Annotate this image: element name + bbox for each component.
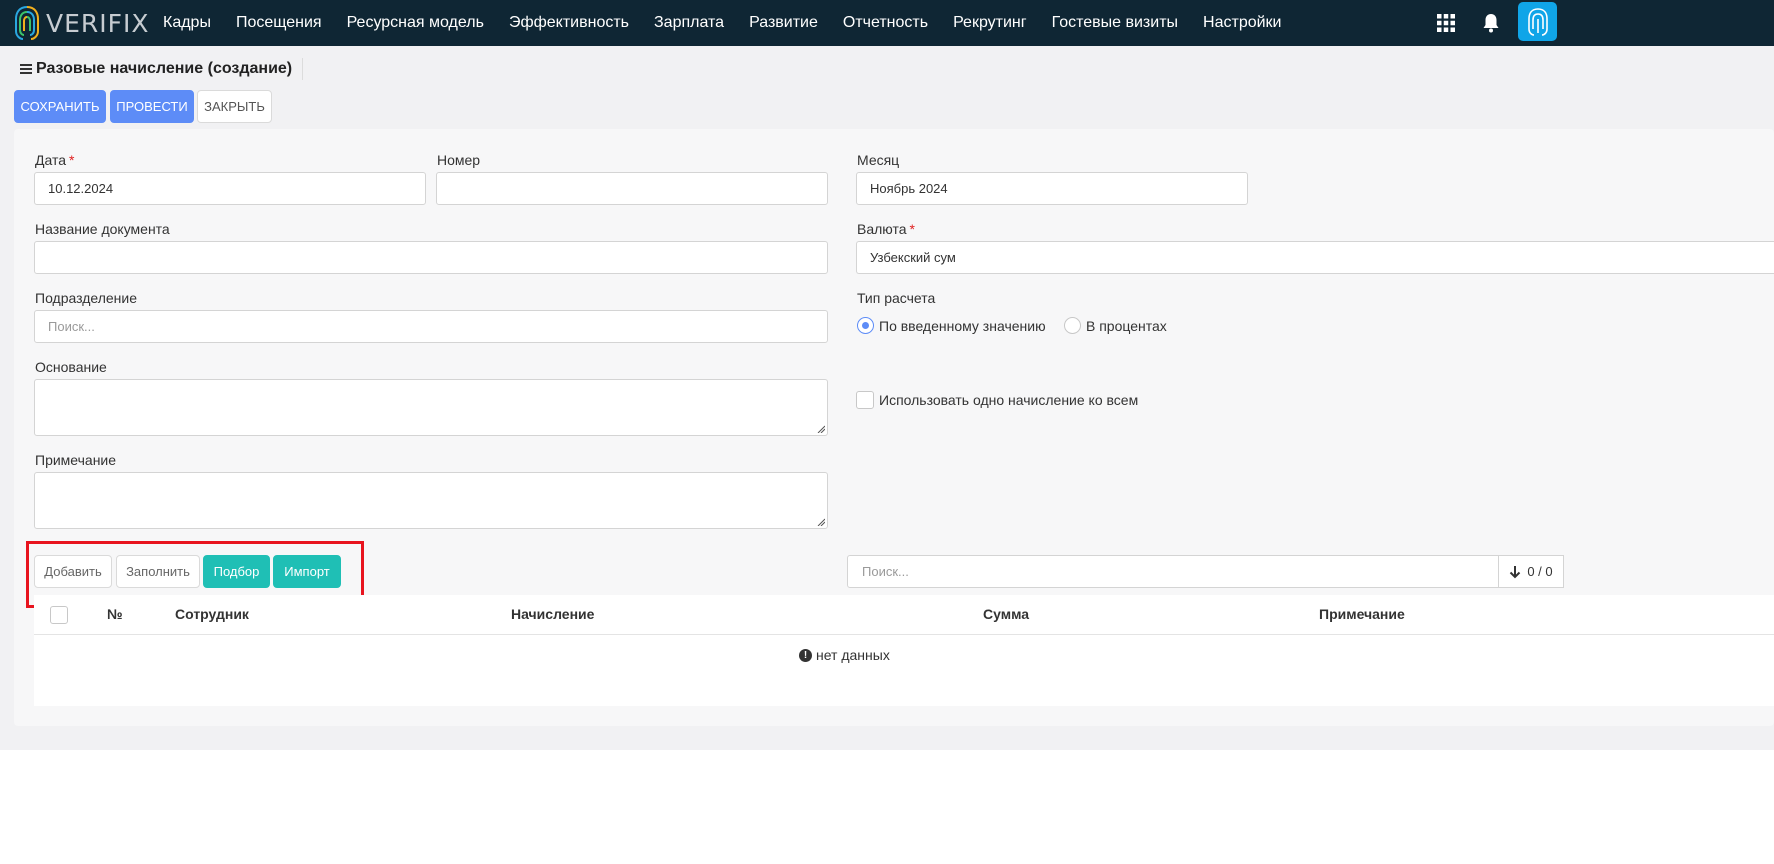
radio-by-value-label[interactable]: По введенному значению [879, 318, 1046, 334]
logo-text: VERIFIX [46, 8, 150, 38]
nav-item-resource-model[interactable]: Ресурсная модель [347, 14, 484, 32]
doc-name-field[interactable] [34, 241, 828, 274]
top-navbar: VERIFIX Кадры Посещения Ресурсная модель… [0, 0, 1774, 46]
data-table [34, 595, 1774, 706]
note-label: Примечание [35, 452, 117, 468]
nav-item-attendance[interactable]: Посещения [236, 14, 322, 32]
resize-grip-icon[interactable] [817, 518, 825, 526]
nav-item-staff[interactable]: Кадры [163, 14, 211, 32]
column-header-accrual[interactable]: Начисление [511, 606, 594, 622]
nav-item-recruiting[interactable]: Рекрутинг [953, 14, 1027, 32]
required-mark: * [909, 221, 915, 237]
currency-label-text: Валюта [857, 221, 907, 237]
nav-item-salary[interactable]: Зарплата [654, 14, 724, 32]
division-search-input[interactable]: Поиск... [34, 310, 828, 343]
nav-item-reports[interactable]: Отчетность [843, 14, 928, 32]
resize-grip-icon[interactable] [817, 425, 825, 433]
radio-by-value[interactable] [857, 317, 874, 334]
logo[interactable]: VERIFIX [14, 3, 150, 43]
empty-state-text: нет данных [816, 647, 890, 663]
nav-item-settings[interactable]: Настройки [1203, 14, 1281, 32]
column-header-number[interactable]: № [107, 606, 123, 622]
date-label-text: Дата [35, 152, 67, 168]
apps-grid-icon[interactable] [1434, 11, 1458, 35]
radio-percent-label[interactable]: В процентах [1086, 318, 1167, 334]
basis-textarea[interactable] [34, 379, 828, 436]
arrow-down-icon [1510, 565, 1521, 578]
post-button[interactable]: Провести [110, 90, 194, 123]
month-field[interactable]: Ноябрь 2024 [856, 172, 1248, 205]
empty-state: ! нет данных [799, 647, 890, 663]
nav-item-development[interactable]: Развитие [749, 14, 818, 32]
single-accrual-label[interactable]: Использовать одно начисление ко всем [879, 392, 1138, 408]
required-mark: * [69, 152, 75, 168]
number-label: Номер [437, 152, 481, 168]
page-title: Разовые начисление (создание) [20, 60, 292, 78]
division-label: Подразделение [35, 290, 138, 306]
page-title-text: Разовые начисление (создание) [36, 60, 293, 77]
save-button[interactable]: Сохранить [14, 90, 106, 123]
basis-label: Основание [35, 359, 107, 375]
column-header-employee[interactable]: Сотрудник [175, 606, 249, 622]
fingerprint-logo-icon [15, 6, 39, 40]
note-textarea[interactable] [34, 472, 828, 529]
month-label: Месяц [857, 152, 900, 168]
date-label: Дата * [35, 152, 74, 168]
main-nav: Кадры Посещения Ресурсная модель Эффекти… [163, 0, 1306, 46]
title-divider [302, 58, 303, 80]
column-header-note[interactable]: Примечание [1319, 606, 1405, 622]
fingerprint-avatar-icon[interactable] [1518, 2, 1557, 41]
grid-search-input[interactable]: Поиск... [847, 555, 1499, 588]
radio-percent[interactable] [1064, 317, 1081, 334]
date-field[interactable]: 10.12.2024 [34, 172, 426, 205]
nav-item-guest-visits[interactable]: Гостевые визиты [1052, 14, 1178, 32]
close-button[interactable]: Закрыть [197, 90, 272, 123]
bell-icon[interactable] [1479, 11, 1503, 35]
number-field[interactable] [436, 172, 828, 205]
column-header-amount[interactable]: Сумма [983, 606, 1029, 622]
calc-type-label: Тип расчета [857, 290, 936, 306]
doc-name-label: Название документа [35, 221, 170, 237]
select-all-checkbox[interactable] [50, 606, 68, 624]
single-accrual-checkbox[interactable] [856, 391, 874, 409]
menu-icon[interactable] [20, 62, 32, 76]
info-icon: ! [799, 648, 812, 662]
grid-count-text: 0 / 0 [1527, 564, 1553, 579]
table-header-divider [34, 634, 1774, 635]
grid-count[interactable]: 0 / 0 [1498, 555, 1564, 588]
currency-label: Валюта * [857, 221, 915, 237]
nav-item-efficiency[interactable]: Эффективность [509, 14, 629, 32]
currency-select[interactable]: Узбекский сум [856, 241, 1774, 274]
